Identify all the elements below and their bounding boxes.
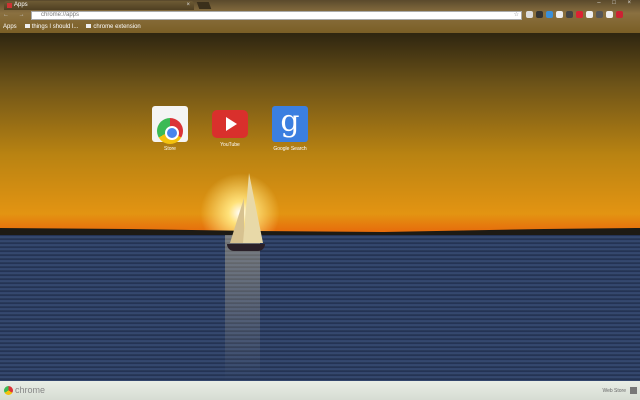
apps-favicon-icon xyxy=(7,3,12,8)
extension-icon[interactable] xyxy=(556,11,563,18)
bookmark-folder-chrome-extension[interactable]: chrome extension xyxy=(86,23,140,31)
url-text: chrome://apps xyxy=(41,12,80,18)
browser-frame: Apps × – □ × ← → ⟳ chrome://apps ☆ Apps … xyxy=(0,0,640,33)
extension-icon[interactable] xyxy=(616,11,623,18)
window-controls[interactable]: – □ × xyxy=(597,0,636,6)
app-store[interactable]: Store xyxy=(140,106,200,152)
extension-icon[interactable] xyxy=(566,11,573,18)
app-google-search[interactable]: g Google Search xyxy=(260,106,320,152)
extension-icon[interactable] xyxy=(586,11,593,18)
extension-icons xyxy=(526,11,623,18)
web-store-icon[interactable] xyxy=(630,387,637,394)
extension-icon[interactable] xyxy=(526,11,533,18)
extension-icon[interactable] xyxy=(576,11,583,18)
extension-icon[interactable] xyxy=(536,11,543,18)
sun-reflection xyxy=(225,235,260,381)
bookmarks-bar: Apps things I should l... chrome extensi… xyxy=(3,23,141,31)
app-label: Store xyxy=(164,146,176,152)
address-bar[interactable]: chrome://apps ☆ xyxy=(31,11,522,20)
web-store-icon xyxy=(152,106,188,144)
chrome-brand: chrome xyxy=(15,385,46,395)
sailboat-hull xyxy=(227,244,265,251)
bookmark-apps[interactable]: Apps xyxy=(3,23,17,31)
chrome-logo-icon xyxy=(4,386,13,395)
extension-icon[interactable] xyxy=(606,11,613,18)
extension-icon[interactable] xyxy=(596,11,603,18)
app-label: YouTube xyxy=(220,142,240,148)
app-youtube[interactable]: YouTube xyxy=(200,106,260,148)
youtube-icon xyxy=(212,110,248,138)
shoreline xyxy=(0,228,640,235)
new-tab-background xyxy=(0,33,640,381)
web-store-link[interactable]: Web Store xyxy=(602,388,626,394)
tab-apps[interactable]: Apps × xyxy=(4,1,194,10)
bookmark-star-icon[interactable]: ☆ xyxy=(514,12,519,19)
tab-title: Apps xyxy=(14,2,28,8)
google-search-icon: g xyxy=(272,106,308,142)
close-tab-icon[interactable]: × xyxy=(186,1,190,10)
extension-icon[interactable] xyxy=(546,11,553,18)
water xyxy=(0,235,640,381)
new-tab-button[interactable] xyxy=(196,2,212,9)
app-label: Google Search xyxy=(273,146,307,152)
bookmark-folder-things[interactable]: things I should l... xyxy=(25,23,79,31)
footer-bar: chrome Web Store xyxy=(0,381,640,400)
